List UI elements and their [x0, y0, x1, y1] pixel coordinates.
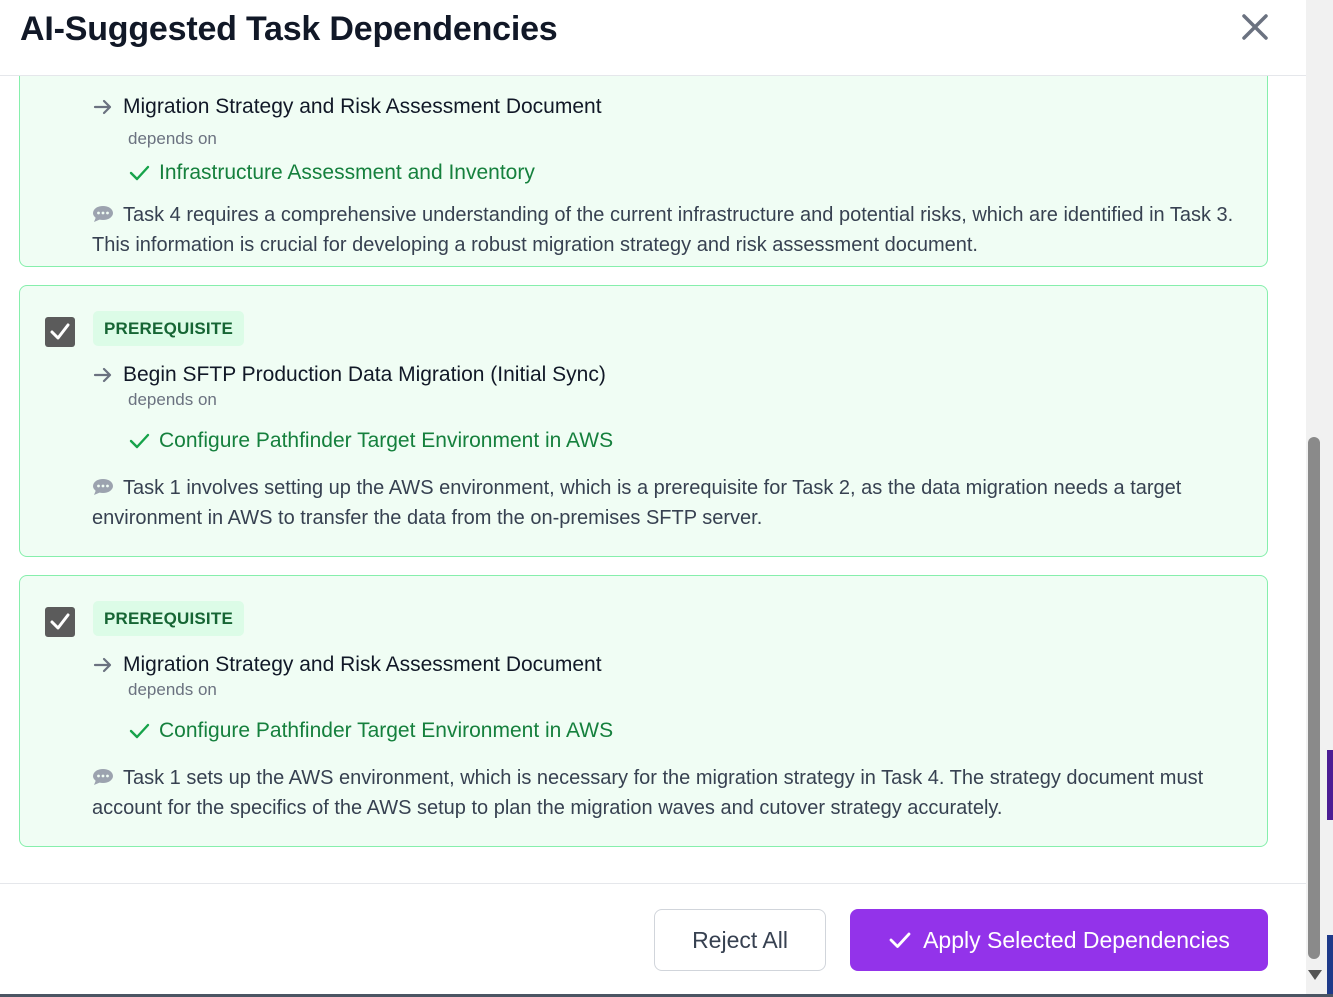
reason-text: Task 1 involves setting up the AWS envir…: [92, 473, 1237, 533]
dependency-row: Infrastructure Assessment and Inventory: [128, 161, 535, 185]
task-name: Begin SFTP Production Data Migration (In…: [123, 363, 606, 386]
scrollbar-thumb[interactable]: [1308, 437, 1320, 959]
reason-text: Task 4 requires a comprehensive understa…: [92, 200, 1237, 260]
dependency-row: Configure Pathfinder Target Environment …: [128, 429, 613, 453]
task-row: Migration Strategy and Risk Assessment D…: [92, 95, 602, 119]
modal-footer: Reject All Apply Selected Dependencies: [0, 883, 1306, 997]
chat-bubble-icon: [93, 206, 113, 222]
suggestion-card: PREREQUISITE Begin SFTP Production Data …: [19, 285, 1268, 557]
scroll-down-arrow-icon[interactable]: [1308, 970, 1322, 980]
depends-label: depends on: [128, 390, 217, 409]
suggestion-checkbox[interactable]: [45, 317, 75, 347]
arrow-right-icon: [93, 99, 112, 115]
close-icon[interactable]: [1238, 10, 1272, 44]
suggestion-checkbox[interactable]: [45, 607, 75, 637]
background-page-strip: [1327, 935, 1333, 997]
dependencies-modal: AI-Suggested Task Dependencies Migration…: [0, 0, 1306, 997]
check-icon: [889, 932, 911, 948]
chat-bubble-icon: [93, 769, 113, 785]
checkbox-checked-icon: [50, 323, 70, 340]
status-badge: PREREQUISITE: [93, 311, 244, 346]
task-row: Migration Strategy and Risk Assessment D…: [92, 653, 602, 677]
chat-bubble-icon: [93, 479, 113, 495]
suggestions-list[interactable]: Migration Strategy and Risk Assessment D…: [0, 76, 1306, 883]
task-name: Migration Strategy and Risk Assessment D…: [123, 95, 602, 118]
check-icon: [129, 433, 150, 449]
reason-body: Task 4 requires a comprehensive understa…: [92, 204, 1234, 256]
reason-text: Task 1 sets up the AWS environment, whic…: [92, 763, 1237, 823]
reject-all-button[interactable]: Reject All: [654, 909, 826, 971]
task-row: Begin SFTP Production Data Migration (In…: [92, 363, 606, 387]
dependency-row: Configure Pathfinder Target Environment …: [128, 719, 613, 743]
modal-header: AI-Suggested Task Dependencies: [0, 0, 1306, 76]
arrow-right-icon: [93, 657, 112, 673]
status-badge: PREREQUISITE: [93, 601, 244, 636]
dependency-name: Configure Pathfinder Target Environment …: [159, 429, 614, 452]
arrow-right-icon: [93, 367, 112, 383]
reason-body: Task 1 sets up the AWS environment, whic…: [92, 767, 1204, 819]
suggestion-card: PREREQUISITE Migration Strategy and Risk…: [19, 575, 1268, 847]
dependency-name: Infrastructure Assessment and Inventory: [159, 161, 535, 184]
dependency-name: Configure Pathfinder Target Environment …: [159, 719, 614, 742]
depends-label: depends on: [128, 680, 217, 699]
reason-body: Task 1 involves setting up the AWS envir…: [92, 477, 1182, 529]
modal-title: AI-Suggested Task Dependencies: [20, 10, 558, 48]
check-icon: [129, 723, 150, 739]
apply-selected-button[interactable]: Apply Selected Dependencies: [850, 909, 1268, 971]
depends-label: depends on: [128, 129, 217, 148]
checkbox-checked-icon: [50, 613, 70, 630]
scrollbar[interactable]: [1306, 0, 1333, 997]
check-icon: [129, 165, 150, 181]
apply-button-label: Apply Selected Dependencies: [923, 926, 1230, 953]
background-page-strip: [1327, 750, 1333, 820]
task-name: Migration Strategy and Risk Assessment D…: [123, 653, 602, 676]
suggestion-card: Migration Strategy and Risk Assessment D…: [19, 76, 1268, 267]
